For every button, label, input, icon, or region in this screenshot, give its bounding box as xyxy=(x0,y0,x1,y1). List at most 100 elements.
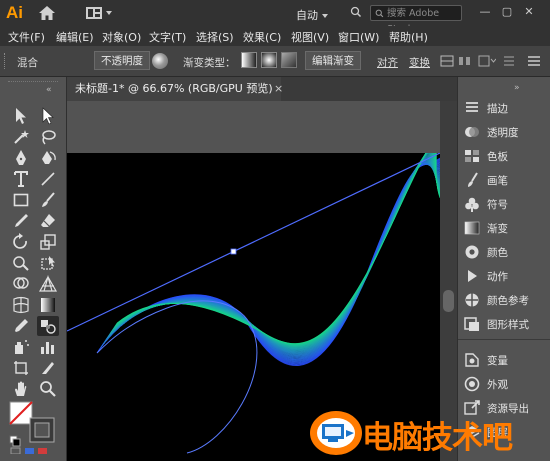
slice-tool[interactable] xyxy=(37,358,59,378)
recolor-artwork-icon[interactable] xyxy=(152,53,168,69)
panel-color[interactable]: 颜色 xyxy=(463,242,549,262)
blend-step xyxy=(98,161,440,364)
hand-tool[interactable] xyxy=(10,379,32,399)
home-icon[interactable] xyxy=(38,5,56,21)
minimize-icon[interactable]: — xyxy=(476,4,494,20)
rotate-tool[interactable] xyxy=(10,232,32,252)
artboard-tool[interactable] xyxy=(10,358,32,378)
blend-step xyxy=(104,160,440,356)
scale-icon xyxy=(40,234,56,250)
search-options-button[interactable] xyxy=(350,6,362,22)
align-button[interactable]: 对齐 xyxy=(377,55,398,70)
zoom-tool[interactable] xyxy=(37,379,59,399)
menu-window[interactable]: 窗口(W) xyxy=(338,29,379,45)
menu-view[interactable]: 视图(V) xyxy=(291,29,329,45)
pencil-icon xyxy=(15,214,28,227)
panel-appearance[interactable]: 外观 xyxy=(463,374,549,394)
zoom-icon xyxy=(40,381,56,397)
panel-stroke[interactable]: 描边 xyxy=(463,98,549,118)
panel-gradient[interactable]: 渐变 xyxy=(463,218,549,238)
type-tool[interactable] xyxy=(10,169,32,189)
panel-label: 画笔 xyxy=(487,174,508,187)
line-icon xyxy=(41,172,55,186)
panel-label: 色板 xyxy=(487,150,508,163)
panel-symbols[interactable]: 符号 xyxy=(463,194,549,214)
panel-swatches[interactable]: 色板 xyxy=(463,146,549,166)
free-transform-tool[interactable] xyxy=(37,253,59,273)
distribute-icon[interactable] xyxy=(458,55,472,67)
workspace-switcher[interactable]: 自动 xyxy=(296,7,328,23)
menu-object[interactable]: 对象(O) xyxy=(102,29,141,45)
selection-tool[interactable] xyxy=(10,106,32,126)
grip-handle[interactable] xyxy=(4,53,8,69)
panel-brushes[interactable]: 画笔 xyxy=(463,170,549,190)
pasteboard xyxy=(67,101,440,153)
shape-builder-tool[interactable] xyxy=(10,274,32,294)
blend-step xyxy=(96,157,440,366)
collapse-panels-icon[interactable]: » xyxy=(514,83,520,93)
blend-step xyxy=(102,162,440,358)
more-options-icon[interactable] xyxy=(478,55,496,67)
panel-graphic-styles[interactable]: 图形样式 xyxy=(463,314,549,334)
blend-step xyxy=(110,153,440,348)
blend-step xyxy=(115,153,440,345)
panel-actions[interactable]: 动作 xyxy=(463,266,549,286)
panel-transparency[interactable]: 透明度 xyxy=(463,122,549,142)
free-transform-icon xyxy=(41,256,55,270)
scrollbar-thumb[interactable] xyxy=(443,290,454,312)
close-window-icon[interactable]: ✕ xyxy=(520,4,538,20)
column-graph-tool[interactable] xyxy=(37,337,59,357)
rectangle-tool[interactable] xyxy=(10,190,32,210)
close-tab-icon[interactable]: × xyxy=(274,82,283,95)
perspective-grid-tool[interactable] xyxy=(37,274,59,294)
direct-selection-tool[interactable] xyxy=(37,106,59,126)
panel-color-guide[interactable]: 颜色参考 xyxy=(463,290,549,310)
paintbrush-tool[interactable] xyxy=(37,190,59,210)
curvature-tool[interactable] xyxy=(37,148,59,168)
fill-stroke-swatches[interactable] xyxy=(8,400,60,455)
blend-tool[interactable] xyxy=(37,316,59,336)
blend-step xyxy=(99,163,440,362)
mesh-tool[interactable] xyxy=(10,295,32,315)
menu-type[interactable]: 文字(T) xyxy=(149,29,186,45)
isolate-icon[interactable] xyxy=(440,55,454,67)
path-line[interactable] xyxy=(67,153,440,332)
eyedropper-tool[interactable] xyxy=(10,316,32,336)
collapse-icon[interactable]: « xyxy=(46,85,52,95)
blend-step xyxy=(114,153,440,346)
symbol-sprayer-tool[interactable] xyxy=(10,337,32,357)
linear-gradient-icon[interactable] xyxy=(241,52,257,68)
pen-tool[interactable] xyxy=(10,148,32,168)
gradient-tool[interactable] xyxy=(37,295,59,315)
panel-menu-icon[interactable] xyxy=(526,54,542,68)
radial-gradient-icon[interactable] xyxy=(261,52,277,68)
magic-wand-tool[interactable] xyxy=(10,127,32,147)
document-tab[interactable]: 未标题-1* @ 66.67% (RGB/GPU 预览) xyxy=(67,77,281,101)
workspace-label: 自动 xyxy=(296,9,318,22)
freeform-gradient-icon[interactable] xyxy=(281,52,297,68)
warp-tool[interactable] xyxy=(10,253,32,273)
arrange-icon[interactable] xyxy=(502,55,516,67)
edit-gradient-button[interactable]: 编辑渐变 xyxy=(305,51,361,70)
eraser-tool[interactable] xyxy=(37,211,59,231)
opacity-button[interactable]: 不透明度 xyxy=(94,51,150,70)
blend-step xyxy=(106,158,440,353)
column-graph-icon xyxy=(41,342,54,354)
blend-step xyxy=(111,153,440,348)
lasso-tool[interactable] xyxy=(37,127,59,147)
vertical-scrollbar[interactable] xyxy=(440,101,457,461)
line-tool[interactable] xyxy=(37,169,59,189)
menu-help[interactable]: 帮助(H) xyxy=(389,29,428,45)
arrange-documents-button[interactable] xyxy=(86,6,112,19)
maximize-icon[interactable]: ▢ xyxy=(498,4,516,20)
pencil-tool[interactable] xyxy=(10,211,32,231)
blend-step xyxy=(115,153,440,345)
menu-effect[interactable]: 效果(C) xyxy=(243,29,281,45)
menu-file[interactable]: 文件(F) xyxy=(8,29,45,45)
scale-tool[interactable] xyxy=(37,232,59,252)
transform-button[interactable]: 变换 xyxy=(409,55,430,70)
menu-edit[interactable]: 编辑(E) xyxy=(56,29,94,45)
anchor-point[interactable] xyxy=(230,248,237,255)
menu-select[interactable]: 选择(S) xyxy=(196,29,234,45)
panel-variables[interactable]: 变量 xyxy=(463,350,549,370)
